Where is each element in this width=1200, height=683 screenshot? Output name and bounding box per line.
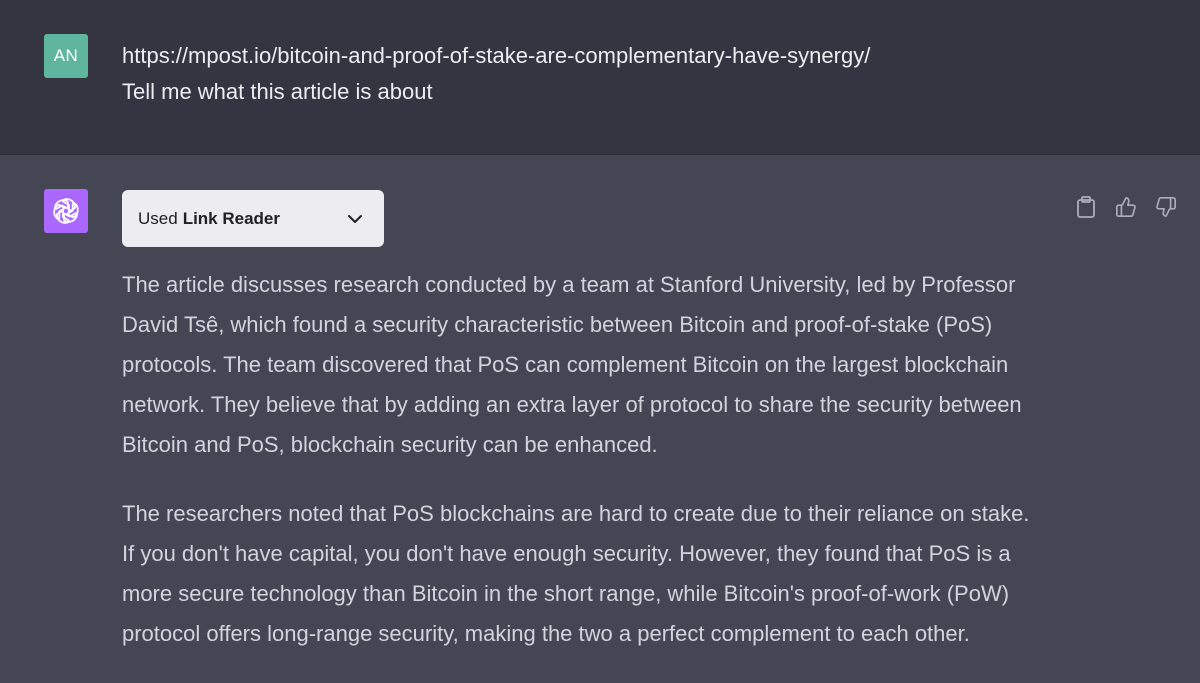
clipboard-icon (1077, 196, 1095, 218)
response-line: If you don't have capital, you don't hav… (122, 541, 1011, 566)
response-line: protocol offers long-range security, mak… (122, 621, 970, 646)
response-paragraph: The researchers noted that PoS blockchai… (122, 494, 1082, 654)
response-line: The researchers noted that PoS blockchai… (122, 501, 1030, 526)
assistant-response: The article discusses research conducted… (122, 265, 1082, 683)
user-avatar-initials: AN (53, 46, 79, 65)
assistant-avatar (44, 189, 88, 233)
plugin-name: Link Reader (182, 208, 280, 228)
response-line: network. They believe that by adding an … (122, 392, 1022, 417)
response-paragraph: The article discusses research conducted… (122, 265, 1082, 465)
user-avatar: AN (44, 34, 88, 78)
like-button[interactable] (1114, 195, 1138, 219)
message-actions (1074, 195, 1178, 219)
response-line: Bitcoin and PoS, blockchain security can… (122, 432, 658, 457)
thumbs-down-icon (1156, 197, 1176, 217)
user-message-link: https://mpost.io/bitcoin-and-proof-of-st… (122, 43, 871, 68)
assistant-message-row: Used Link Reader The article discusses r… (0, 155, 1200, 675)
dislike-button[interactable] (1154, 195, 1178, 219)
response-line: David Tsê, which found a security charac… (122, 312, 993, 337)
user-message-text: https://mpost.io/bitcoin-and-proof-of-st… (122, 38, 1122, 110)
response-line: The article discusses research conducted… (122, 272, 1016, 297)
response-line: more secure technology than Bitcoin in t… (122, 581, 1010, 606)
plugin-used-label: Used (138, 208, 178, 228)
user-message-prompt: Tell me what this article is about (122, 79, 433, 104)
thumbs-up-icon (1116, 197, 1136, 217)
user-message-row: AN https://mpost.io/bitcoin-and-proof-of… (0, 0, 1200, 155)
chevron-down-icon (348, 215, 362, 223)
plugin-used-dropdown[interactable]: Used Link Reader (122, 190, 384, 247)
response-line: protocols. The team discovered that PoS … (122, 352, 1009, 377)
openai-logo-icon (53, 198, 79, 224)
copy-button[interactable] (1074, 195, 1098, 219)
